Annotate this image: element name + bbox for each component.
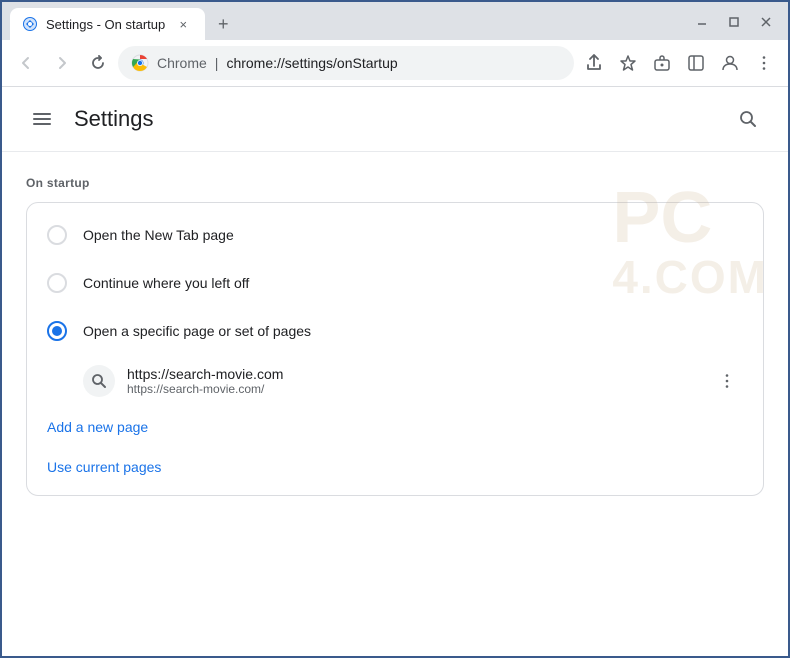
add-new-page-link[interactable]: Add a new page <box>27 407 763 447</box>
search-settings-button[interactable] <box>732 103 764 135</box>
url-more-button[interactable] <box>711 365 743 397</box>
bookmark-button[interactable] <box>612 47 644 79</box>
browser-window: Settings - On startup × + <box>0 0 790 658</box>
profile-button[interactable] <box>714 47 746 79</box>
url-secondary: https://search-movie.com/ <box>127 382 699 396</box>
radio-continue[interactable] <box>47 273 67 293</box>
address-brand: Chrome <box>157 55 207 71</box>
sidebar-button[interactable] <box>680 47 712 79</box>
settings-header: Settings <box>2 87 788 152</box>
minimize-button[interactable] <box>688 11 716 33</box>
tab-area: Settings - On startup × + <box>10 8 688 40</box>
startup-options-card: Open the New Tab page Continue where you… <box>26 202 764 496</box>
reload-button[interactable] <box>82 47 114 79</box>
settings-content: PC 4.COM On startup Open the New Tab pag… <box>2 152 788 520</box>
settings-title: Settings <box>74 106 154 132</box>
option-new-tab-label: Open the New Tab page <box>83 227 234 243</box>
use-current-pages-link[interactable]: Use current pages <box>27 447 763 487</box>
tab-close-button[interactable]: × <box>173 14 193 34</box>
menu-button[interactable] <box>26 103 58 135</box>
option-continue-label: Continue where you left off <box>83 275 249 291</box>
share-button[interactable] <box>578 47 610 79</box>
tab-favicon-icon <box>22 16 38 32</box>
option-new-tab[interactable]: Open the New Tab page <box>27 211 763 259</box>
more-menu-button[interactable] <box>748 47 780 79</box>
toolbar: Chrome | chrome://settings/onStartup <box>2 40 788 87</box>
address-url: chrome://settings/onStartup <box>226 55 561 71</box>
active-tab[interactable]: Settings - On startup × <box>10 8 205 40</box>
new-tab-button[interactable]: + <box>209 10 237 38</box>
option-continue[interactable]: Continue where you left off <box>27 259 763 307</box>
radio-specific-pages[interactable] <box>47 321 67 341</box>
extensions-button[interactable] <box>646 47 678 79</box>
tab-title: Settings - On startup <box>46 17 165 32</box>
toolbar-actions <box>578 47 780 79</box>
section-label: On startup <box>26 176 764 190</box>
url-info: https://search-movie.com https://search-… <box>127 366 699 396</box>
address-bar[interactable]: Chrome | chrome://settings/onStartup <box>118 46 574 80</box>
radio-inner-dot <box>52 326 62 336</box>
window-controls <box>688 11 780 33</box>
settings-page: Settings PC 4.COM On startup Open the Ne… <box>2 87 788 656</box>
url-primary: https://search-movie.com <box>127 366 699 382</box>
url-entry: https://search-movie.com https://search-… <box>27 355 763 407</box>
close-button[interactable] <box>752 11 780 33</box>
back-button[interactable] <box>10 47 42 79</box>
title-bar: Settings - On startup × + <box>2 2 788 40</box>
maximize-button[interactable] <box>720 11 748 33</box>
radio-new-tab[interactable] <box>47 225 67 245</box>
url-search-icon <box>83 365 115 397</box>
address-bar-logo-icon <box>131 54 149 72</box>
option-specific-pages-label: Open a specific page or set of pages <box>83 323 311 339</box>
address-separator: | <box>215 55 219 71</box>
option-specific-pages[interactable]: Open a specific page or set of pages <box>27 307 763 355</box>
settings-header-left: Settings <box>26 103 154 135</box>
forward-button[interactable] <box>46 47 78 79</box>
